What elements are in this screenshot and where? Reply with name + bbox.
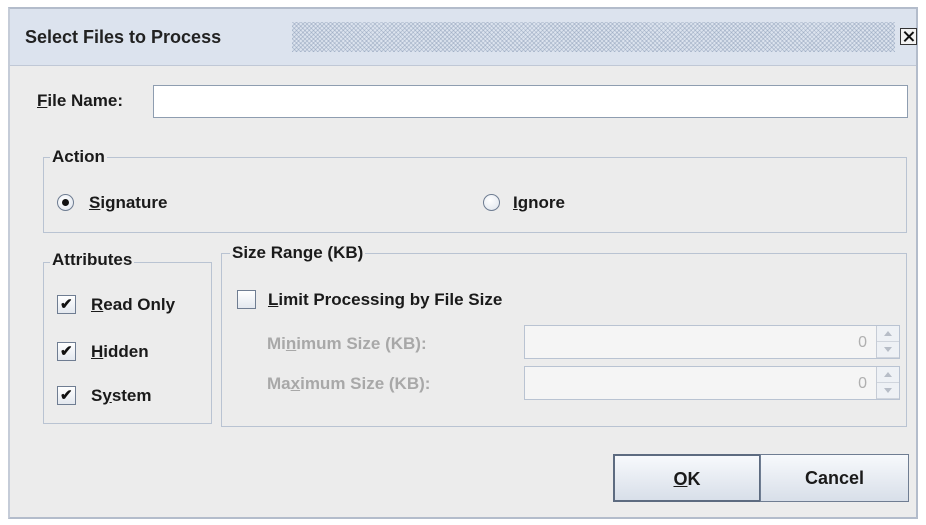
minimum-size-up-arrow-icon[interactable] (877, 326, 899, 342)
system-checkbox[interactable] (57, 386, 76, 405)
attributes-legend: Attributes (50, 250, 135, 270)
minimum-size-value: 0 (858, 334, 867, 351)
dialog-title: Select Files to Process (25, 27, 222, 47)
close-icon[interactable] (900, 28, 917, 45)
maximum-size-label: Maximum Size (KB): (267, 374, 431, 393)
action-group (43, 157, 907, 233)
hidden-label[interactable]: Hidden (91, 342, 149, 362)
titlebar-grip (292, 22, 895, 52)
size-range-legend: Size Range (KB) (230, 243, 366, 263)
ok-button[interactable]: OK (613, 454, 761, 502)
dialog-titlebar[interactable]: Select Files to Process (10, 9, 917, 66)
limit-by-size-label[interactable]: Limit Processing by File Size (268, 290, 502, 310)
file-name-field[interactable] (153, 85, 908, 118)
limit-by-size-checkbox[interactable] (237, 290, 256, 309)
maximum-size-arrows (876, 367, 899, 399)
hidden-checkbox[interactable] (57, 342, 76, 361)
read-only-label[interactable]: Read Only (91, 295, 175, 315)
minimum-size-arrows (876, 326, 899, 358)
minimum-size-label: Minimum Size (KB): (267, 334, 427, 353)
ignore-radio-label[interactable]: Ignore (513, 193, 565, 213)
select-files-dialog: Select Files to Process File Name: Actio… (8, 7, 918, 519)
maximum-size-value: 0 (858, 375, 867, 392)
action-legend: Action (50, 147, 107, 167)
minimum-size-spinner[interactable]: 0 (524, 325, 900, 359)
maximum-size-down-arrow-icon[interactable] (877, 383, 899, 399)
file-name-label: File Name: (37, 91, 123, 110)
ignore-radio[interactable] (483, 194, 500, 211)
read-only-checkbox[interactable] (57, 295, 76, 314)
maximum-size-up-arrow-icon[interactable] (877, 367, 899, 383)
maximum-size-spinner[interactable]: 0 (524, 366, 900, 400)
signature-radio-label[interactable]: Signature (89, 193, 167, 213)
minimum-size-down-arrow-icon[interactable] (877, 342, 899, 358)
cancel-button[interactable]: Cancel (760, 454, 909, 502)
signature-radio[interactable] (57, 194, 74, 211)
system-label[interactable]: System (91, 386, 152, 406)
